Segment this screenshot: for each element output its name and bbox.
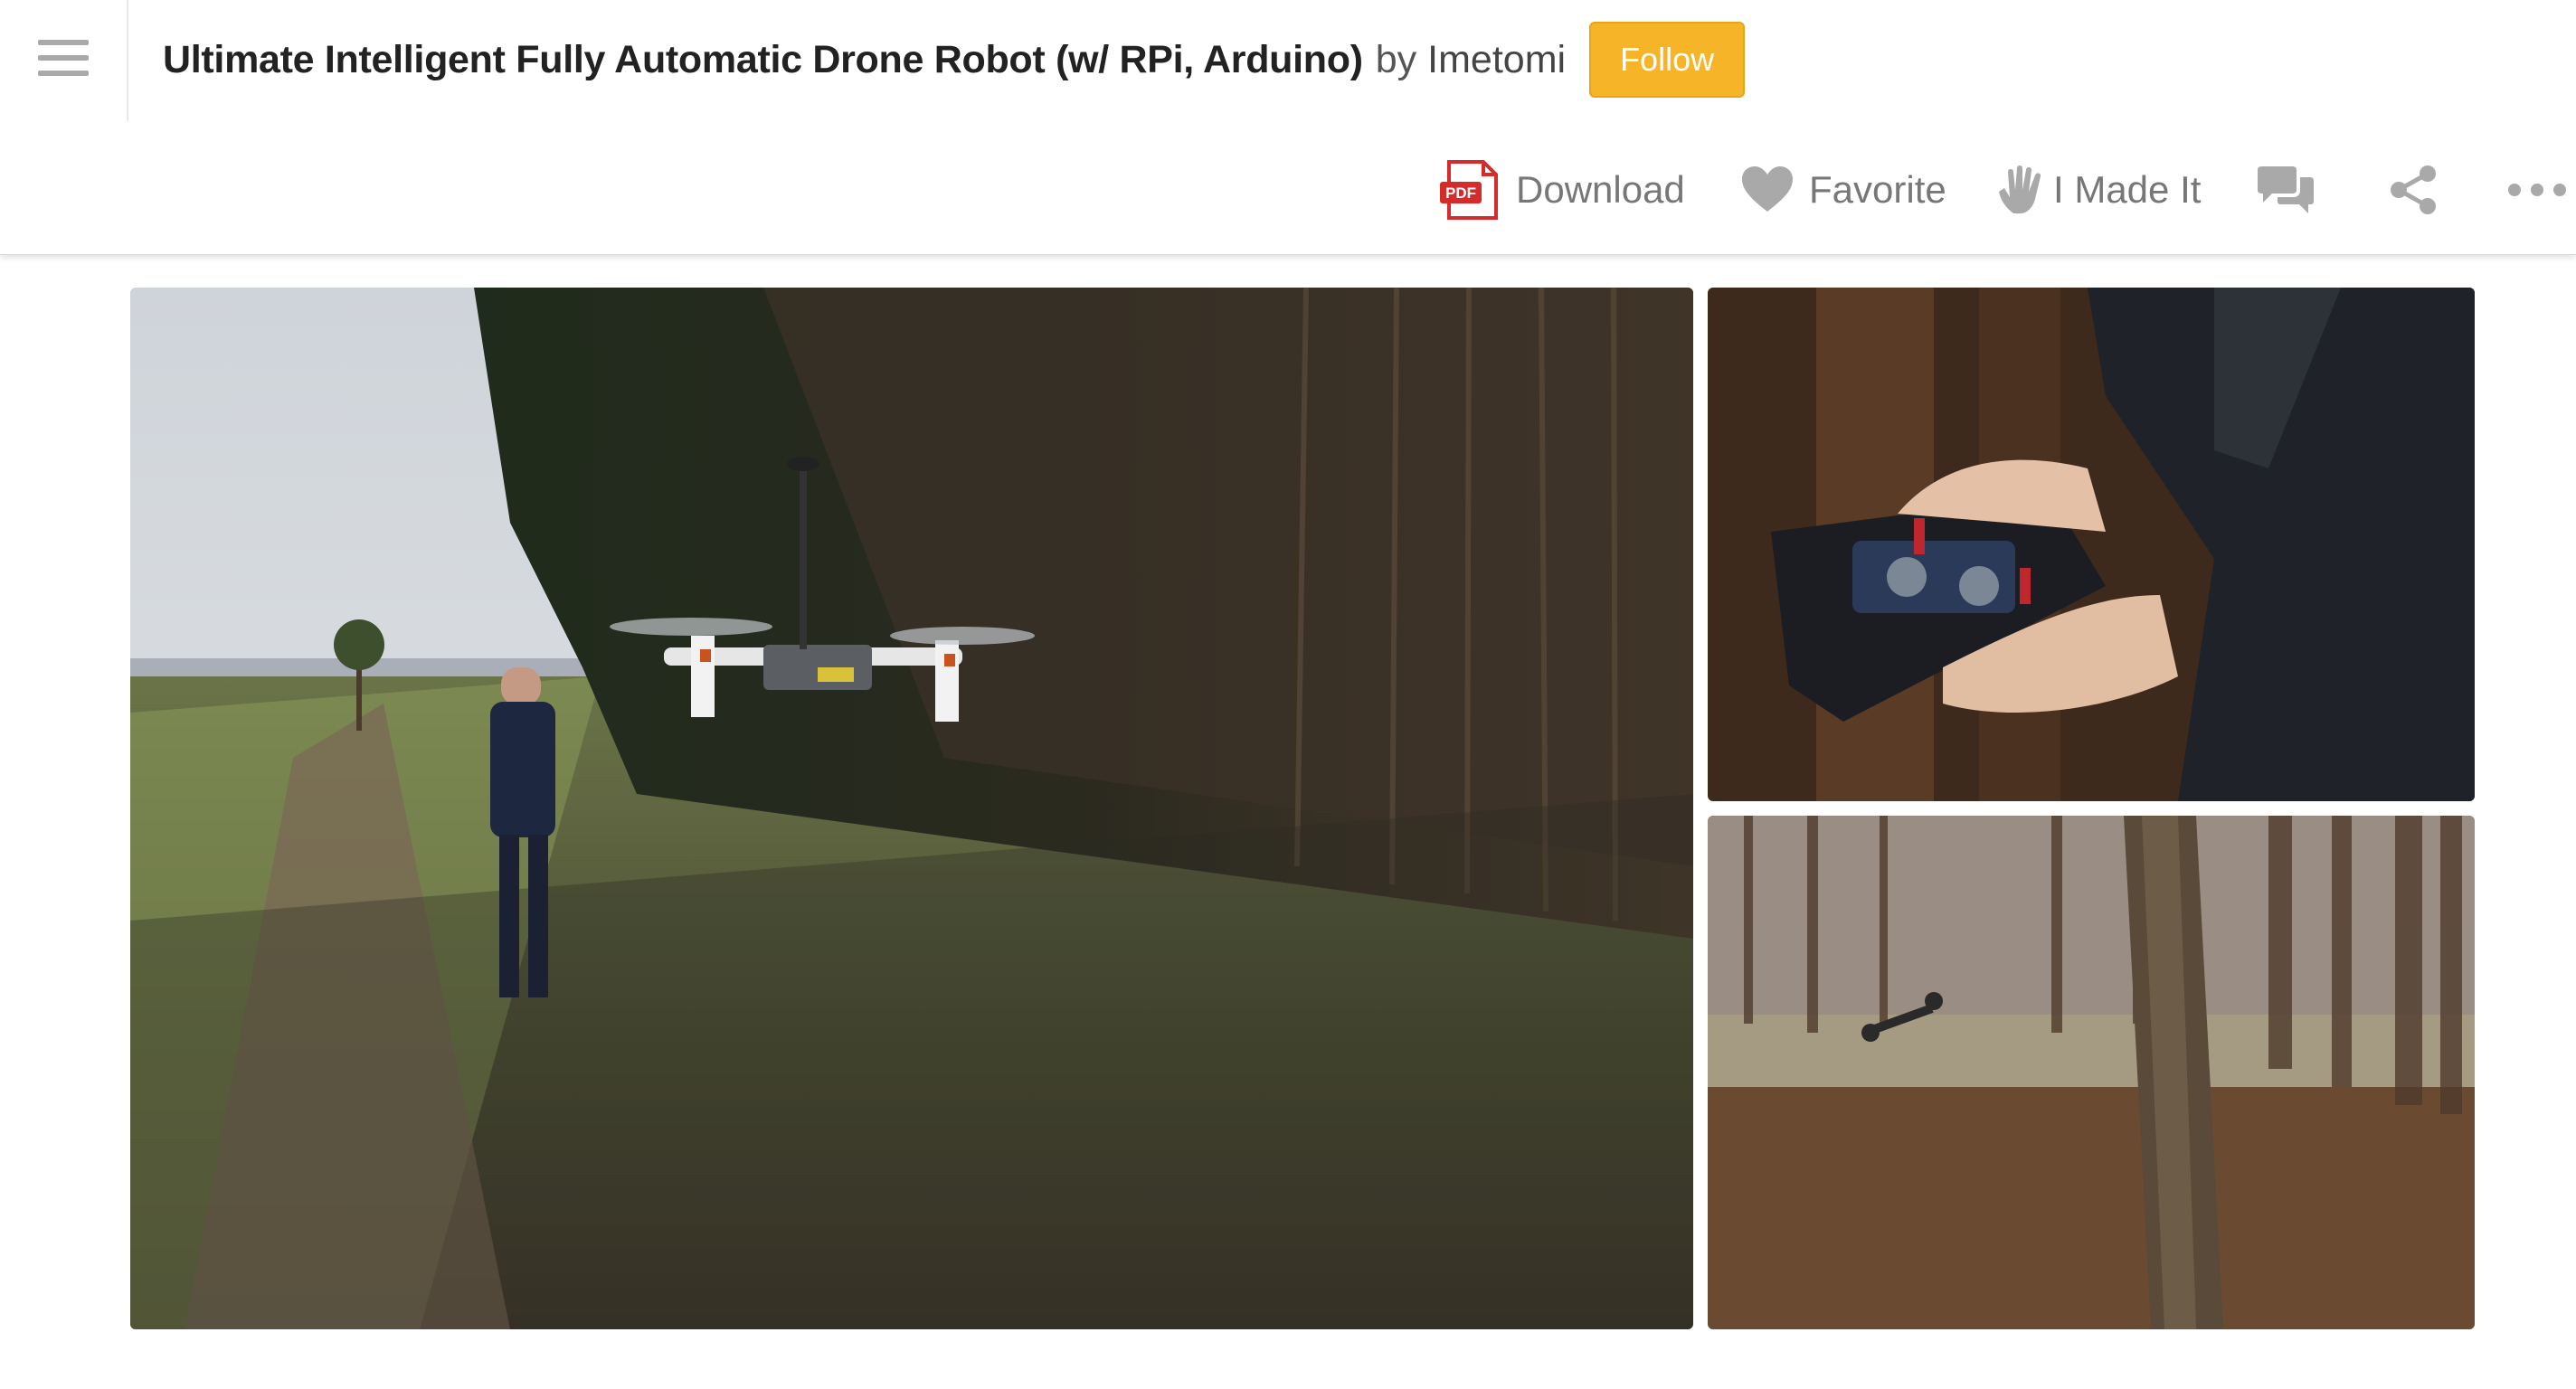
pdf-icon: PDF [1438,158,1501,222]
drone-field-photo [130,288,1693,1329]
pdf-badge: PDF [1445,184,1476,202]
byline: by [1375,37,1417,81]
download-button[interactable]: PDF Download [1438,154,1685,226]
hand-icon [1997,165,2046,215]
heart-icon [1740,165,1795,215]
follow-button[interactable]: Follow [1589,22,1746,98]
share-button[interactable] [2388,154,2439,226]
menu-icon[interactable] [38,40,89,76]
menu-zone [0,0,128,121]
forest-drone-photo [1708,816,2475,1329]
more-button[interactable] [2507,154,2571,226]
comments-icon [2256,165,2316,215]
favorite-button[interactable]: Favorite [1740,154,1946,226]
download-label: Download [1516,168,1685,211]
gallery-image-forest[interactable] [1708,816,2475,1329]
gallery-image-controller[interactable] [1708,288,2475,801]
i-made-it-label: I Made It [2053,168,2202,211]
title-row: Ultimate Intelligent Fully Automatic Dro… [163,22,1746,98]
gallery-image-main[interactable] [130,288,1693,1329]
top-header: Ultimate Intelligent Fully Automatic Dro… [0,0,2576,255]
controller-photo [1708,288,2475,801]
favorite-label: Favorite [1809,168,1946,211]
author-link[interactable]: Imetomi [1427,38,1566,82]
share-icon [2388,165,2439,215]
i-made-it-button[interactable]: I Made It [1997,154,2201,226]
action-bar: PDF Download Favorite I Made It [0,154,2576,226]
page-title: Ultimate Intelligent Fully Automatic Dro… [163,37,1363,81]
more-icon [2507,181,2571,199]
comments-button[interactable] [2256,154,2316,226]
